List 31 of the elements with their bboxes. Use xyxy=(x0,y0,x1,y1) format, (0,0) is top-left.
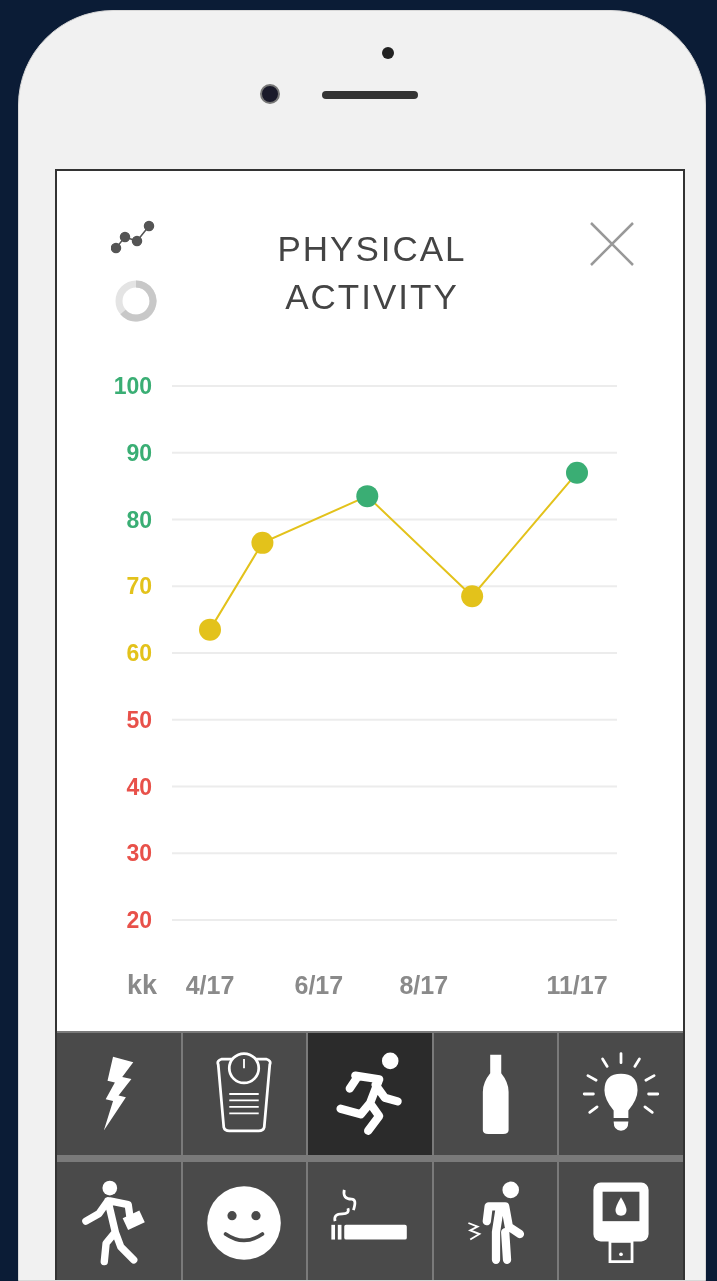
y-tick-label: 30 xyxy=(126,840,152,867)
bottle-icon xyxy=(480,1052,511,1136)
close-icon[interactable] xyxy=(589,221,635,267)
category-tile[interactable] xyxy=(57,1162,181,1280)
y-tick-label: 20 xyxy=(126,907,152,933)
category-tile[interactable] xyxy=(433,1033,558,1155)
category-tile[interactable] xyxy=(182,1162,307,1280)
y-tick-label: 70 xyxy=(126,573,152,600)
screen-title: PHYSICAL ACTIVITY xyxy=(276,228,468,318)
data-point[interactable] xyxy=(566,461,588,484)
category-tile[interactable] xyxy=(308,1033,432,1155)
category-tile[interactable] xyxy=(57,1033,181,1155)
category-tile[interactable] xyxy=(182,1033,307,1155)
y-tick-label: 50 xyxy=(126,706,152,733)
category-tile[interactable] xyxy=(308,1162,432,1280)
data-point[interactable] xyxy=(356,485,379,508)
y-tick-label: 100 xyxy=(113,373,152,399)
y-axis-unit: kk xyxy=(126,970,157,1000)
y-tick-label: 80 xyxy=(126,506,152,533)
x-tick-label: 8/17 xyxy=(399,971,449,999)
y-tick-label: 40 xyxy=(126,773,152,800)
x-tick-label: 11/17 xyxy=(546,971,608,999)
camera xyxy=(260,84,280,104)
category-tile[interactable] xyxy=(559,1162,683,1280)
line-chart-icon[interactable] xyxy=(111,218,157,254)
x-tick-label: 6/17 xyxy=(294,971,344,999)
category-tile[interactable] xyxy=(433,1162,558,1280)
y-tick-label: 90 xyxy=(126,439,152,466)
category-tile[interactable] xyxy=(559,1033,683,1155)
y-tick-label: 60 xyxy=(126,640,152,666)
x-tick-label: 4/17 xyxy=(185,971,235,999)
